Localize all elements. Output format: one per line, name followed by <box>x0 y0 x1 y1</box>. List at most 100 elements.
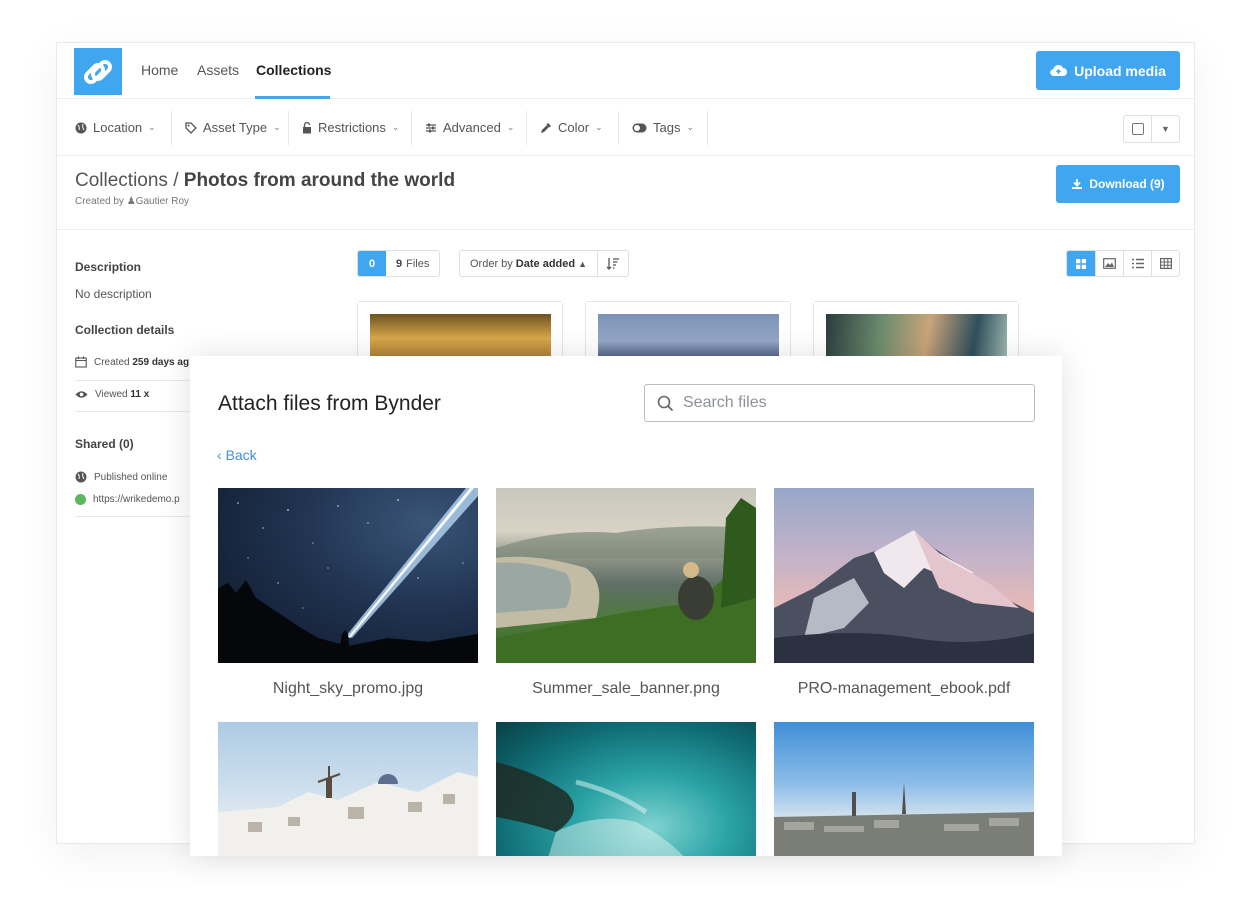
image-icon <box>1103 258 1116 269</box>
file-card[interactable]: PRO-management_ebook.pdf <box>774 488 1034 698</box>
order-by-prefix: Order by <box>470 257 513 270</box>
published-text: Published online <box>94 471 168 483</box>
files-count-number: 9 <box>396 257 403 270</box>
eye-icon <box>75 391 88 398</box>
divider <box>75 411 195 412</box>
order-by-dropdown[interactable]: Order by Date added ▲︎ <box>460 251 599 276</box>
filter-advanced[interactable]: Advanced ⌄ <box>425 99 528 156</box>
globe-icon <box>75 122 87 133</box>
file-card[interactable] <box>218 722 478 856</box>
table-icon <box>1159 258 1172 269</box>
filter-tags-label: Tags <box>653 120 681 135</box>
file-thumbnail <box>218 488 478 663</box>
file-count: 0 9 Files <box>357 250 441 277</box>
tag-icon <box>185 121 197 134</box>
filter-advanced-label: Advanced <box>443 120 501 135</box>
files-count-label: Files <box>406 257 430 270</box>
back-link[interactable]: ‹ Back <box>217 447 257 463</box>
filter-asset-type[interactable]: Asset Type ⌄ <box>185 99 295 156</box>
file-thumbnail <box>496 488 756 663</box>
bynder-logo[interactable] <box>74 48 122 95</box>
filter-color[interactable]: Color ⌄ <box>540 99 617 156</box>
file-card[interactable] <box>496 722 756 856</box>
sliders-icon <box>426 123 436 132</box>
details-heading: Collection details <box>75 323 175 337</box>
chevron-down-icon: ⌄ <box>506 122 515 132</box>
file-card[interactable]: Summer_sale_banner.png <box>496 488 756 698</box>
list-view-button[interactable] <box>1123 251 1151 276</box>
upload-media-label: Upload media <box>1074 62 1166 79</box>
filter-divider <box>411 111 412 145</box>
modal-title: Attach files from Bynder <box>218 392 441 415</box>
list-icon <box>1131 258 1144 269</box>
filter-divider <box>707 111 708 145</box>
night-sky-image <box>218 488 478 663</box>
logo-icon <box>84 59 112 84</box>
created-info: Created 259 days ag <box>75 356 189 368</box>
filter-divider <box>618 111 619 145</box>
filter-bar: Location ⌄ Asset Type ⌄ Restrictions ⌄ A… <box>57 99 1194 156</box>
viewed-prefix: Viewed <box>95 389 128 400</box>
grid-icon <box>1076 258 1086 269</box>
sort-order-icon <box>606 257 620 270</box>
order-by-value: Date added <box>515 257 576 270</box>
caret-down-icon: ▼ <box>1161 124 1170 134</box>
description-heading: Description <box>75 260 142 274</box>
shared-heading: Shared (0) <box>75 437 134 451</box>
file-card[interactable]: Night_sky_promo.jpg <box>218 488 478 698</box>
view-mode-switch <box>1066 250 1180 277</box>
filter-divider <box>171 111 172 145</box>
filter-tags[interactable]: Tags ⌄ <box>632 99 708 156</box>
file-card[interactable] <box>774 722 1034 856</box>
mountain-image <box>774 530 1034 663</box>
download-label: Download (9) <box>1089 177 1165 191</box>
file-name: Night_sky_promo.jpg <box>272 680 424 697</box>
breadcrumb-root[interactable]: Collections <box>75 170 168 191</box>
file-name: PRO-management_ebook.pdf <box>797 680 1011 697</box>
files-count: 9 Files <box>386 251 439 276</box>
chevron-down-icon: ⌄ <box>148 122 156 132</box>
published-info: Published online <box>75 471 167 483</box>
search-input[interactable] <box>683 394 1013 412</box>
collection-header: Collections / Photos from around the wor… <box>57 156 1194 230</box>
share-link-text: https://wrikedemo.p <box>93 494 180 505</box>
created-by: Created by ♟Gautier Roy <box>75 196 189 207</box>
nav-assets[interactable]: Assets <box>197 62 239 78</box>
created-by-prefix: Created by <box>75 196 124 207</box>
created-by-name: Gautier Roy <box>135 196 190 207</box>
filter-divider <box>288 111 289 145</box>
eyedropper-icon <box>541 122 551 133</box>
created-prefix: Created <box>94 356 130 368</box>
description-text: No description <box>75 287 152 301</box>
table-view-button[interactable] <box>1151 251 1179 276</box>
search-box <box>644 384 1035 422</box>
chevron-down-icon: ⌄ <box>391 122 400 132</box>
chevron-down-icon: ⌄ <box>686 122 695 132</box>
back-label: Back <box>225 447 257 463</box>
file-thumbnail <box>496 722 756 856</box>
select-all-control: ▼ <box>1123 115 1180 143</box>
toggle-icon <box>632 123 647 132</box>
filter-restrictions[interactable]: Restrictions ⌄ <box>302 99 413 156</box>
select-all-checkbox[interactable] <box>1124 116 1152 142</box>
filter-location-label: Location <box>93 120 143 135</box>
filter-asset-type-label: Asset Type <box>203 120 268 135</box>
file-thumbnail <box>774 722 1034 856</box>
cloud-upload-icon <box>1050 64 1068 77</box>
selected-count-badge[interactable]: 0 <box>358 251 386 276</box>
share-link[interactable]: https://wrikedemo.p <box>75 494 180 505</box>
grid-view-button[interactable] <box>1067 251 1095 276</box>
lock-icon <box>303 121 311 133</box>
select-options-dropdown[interactable]: ▼ <box>1152 116 1179 142</box>
filter-location[interactable]: Location ⌄ <box>75 99 170 156</box>
created-value: 259 days ag <box>132 356 190 368</box>
image-view-button[interactable] <box>1095 251 1123 276</box>
nav-collections[interactable]: Collections <box>256 62 331 78</box>
nav-home[interactable]: Home <box>141 62 178 78</box>
upload-media-button[interactable]: Upload media <box>1036 51 1180 90</box>
download-button[interactable]: Download (9) <box>1056 165 1180 203</box>
divider <box>75 516 195 517</box>
breadcrumb: Collections / Photos from around the wor… <box>75 170 455 192</box>
download-icon <box>1072 179 1083 189</box>
sort-direction-button[interactable] <box>598 251 628 276</box>
